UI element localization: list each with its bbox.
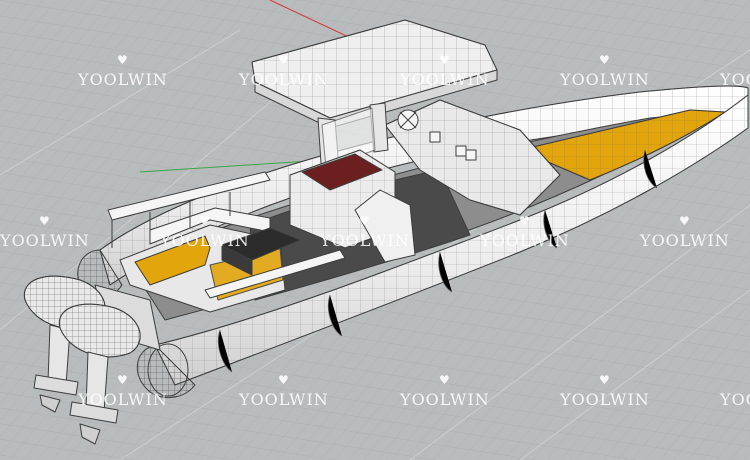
3d-scene[interactable] <box>0 0 750 460</box>
cad-viewport[interactable]: ♥ YOOLWIN ♥ YOOLWIN ♥ YOOLWIN ♥ YOOLWIN … <box>0 0 750 460</box>
gauge-panel <box>429 131 441 143</box>
